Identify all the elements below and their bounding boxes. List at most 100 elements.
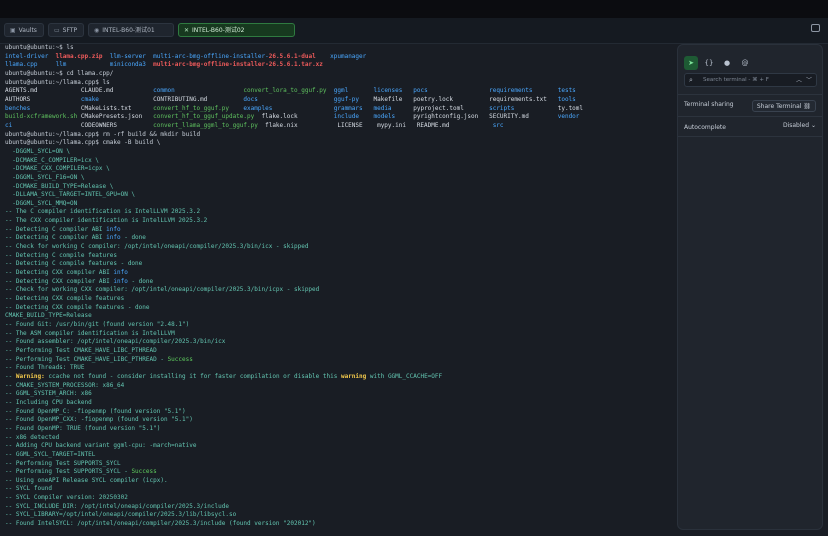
- terminal-line: -DLLAMA_SYCL_TARGET=INTEL_GPU=ON \: [5, 191, 676, 200]
- terminal-segment: -- SYCL_INCLUDE_DIR: /opt/intel/oneapi/c…: [5, 502, 229, 510]
- vault-icon: ▣: [10, 27, 16, 34]
- terminal-line: -- Performing Test SUPPORTS_SYCL: [5, 460, 676, 469]
- terminal-segment: ggml: [333, 87, 374, 95]
- terminal-segment: -- Detecting CXX compiler ABI: [5, 277, 114, 285]
- terminal-segment: miniconda3: [109, 61, 154, 69]
- terminal-line: -- SYCL Compiler version: 20250302: [5, 494, 676, 503]
- terminal-segment: scripts: [489, 104, 558, 112]
- terminal-segment: -- Detecting CXX compiler ABI: [5, 269, 114, 277]
- tab-sftp[interactable]: ▭ SFTP: [48, 23, 84, 37]
- terminal-line: CMAKE_BUILD_TYPE=Release: [5, 312, 676, 321]
- terminal-segment: -DCMAKE_C_COMPILER=icx \: [5, 156, 99, 164]
- terminal-segment: with GGML_CCACHE=OFF: [366, 372, 443, 380]
- chevron-up-icon[interactable]: ︿: [796, 74, 802, 87]
- terminal-output[interactable]: ubuntu@ubuntu:~$ ls intel-driver llama.cp…: [0, 44, 676, 536]
- share-terminal-button[interactable]: Share Terminal ⛓: [751, 100, 816, 112]
- send-icon[interactable]: ➤: [684, 56, 698, 70]
- terminal-segment: ccache not found - consider installing i…: [44, 372, 341, 380]
- divider: [678, 116, 822, 117]
- terminal-line: ubuntu@ubuntu:~/llama.cpp$ rm -rf build …: [5, 131, 676, 140]
- terminal-text: ubuntu@ubuntu:~$ ls intel-driver llama.cp…: [0, 44, 676, 529]
- terminal-line: -DCMAKE_BUILD_TYPE=Release \: [5, 183, 676, 192]
- terminal-segment: info: [113, 269, 128, 277]
- terminal-line: -DGGML_SYCL_MMQ=ON: [5, 200, 676, 209]
- system-top-bar: [0, 0, 828, 18]
- terminal-segment: multi-arc-bmg-offline-installer-: [153, 52, 269, 60]
- tab-label: INTEL-B60-测试02: [192, 27, 245, 34]
- terminal-segment: Warning:: [15, 372, 45, 380]
- search-terminal-input[interactable]: ⌕ Search terminal - ⌘ + F ︿ ﹀: [684, 73, 817, 87]
- tab-label: INTEL-B60-测试01: [102, 27, 155, 34]
- divider: [678, 136, 822, 137]
- terminal-segment: 26.5.6.1-dual: [268, 52, 316, 60]
- terminal-segment: ty.toml: [557, 104, 584, 112]
- terminal-segment: -- Found IntelSYCL: /opt/intel/oneapi/co…: [5, 520, 316, 528]
- terminal-segment: docs: [243, 95, 334, 103]
- terminal-line: -- Check for working C compiler: /opt/in…: [5, 243, 676, 252]
- terminal-segment: -DCMAKE_CXX_COMPILER=icpx \: [5, 165, 110, 173]
- terminal-line: -- Found OpenMP_C: -fiopenmp (found vers…: [5, 408, 676, 417]
- terminal-line: -- Detecting CXX compile features - done: [5, 304, 676, 313]
- tab-intel-b60-01[interactable]: ◉ INTEL-B60-测试01: [88, 23, 174, 37]
- terminal-segment: -- Found OpenMP: TRUE (found version "5.…: [5, 424, 161, 432]
- terminal-segment: -- Found OpenMP_CXX: -fiopenmp (found ve…: [5, 416, 193, 424]
- terminal-segment: ubuntu@ubuntu:~/llama.cpp$ cmake -B buil…: [5, 139, 161, 147]
- share-terminal-label: Share Terminal: [756, 103, 802, 110]
- terminal-segment: -DCMAKE_BUILD_TYPE=Release \: [5, 182, 114, 190]
- terminal-segment: -- Detecting C compile features - done: [5, 260, 143, 268]
- terminal-segment: ci: [5, 121, 81, 129]
- terminal-segment: convert_lora_to_gguf.py: [243, 87, 334, 95]
- terminal-line: AGENTS.md CLAUDE.md common convert_lora_…: [5, 87, 676, 96]
- terminal-line: ubuntu@ubuntu:~$ cd llama.cpp/: [5, 70, 676, 79]
- terminal-segment: Success: [131, 468, 157, 476]
- side-panel-toolbar: ➤ {} ● @: [684, 50, 756, 70]
- terminal-segment: --: [5, 372, 16, 380]
- terminal-segment: pyproject.toml: [413, 104, 490, 112]
- autocomplete-select[interactable]: Disabled ⌄: [783, 122, 816, 129]
- chevron-down-icon[interactable]: ﹀: [806, 74, 812, 87]
- terminal-segment: info: [106, 225, 121, 233]
- terminal-segment: -- CMAKE_SYSTEM_PROCESSOR: x86_64: [5, 381, 125, 389]
- terminal-segment: -- Check for working C compiler: /opt/in…: [5, 243, 309, 251]
- terminal-segment: info: [106, 234, 121, 242]
- terminal-segment: -- Detecting CXX compile features - done: [5, 303, 150, 311]
- autocomplete-label: Autocomplete: [684, 124, 726, 131]
- terminal-sharing-label: Terminal sharing: [684, 101, 734, 108]
- terminal-segment: Success: [167, 355, 193, 363]
- code-icon[interactable]: {}: [702, 56, 716, 70]
- terminal-segment: -- The ASM compiler identification is In…: [5, 329, 175, 337]
- at-icon[interactable]: @: [738, 56, 752, 70]
- terminal-segment: info: [113, 277, 128, 285]
- terminal-segment: -- GGML_SYSTEM_ARCH: x86: [5, 390, 92, 398]
- terminal-line: -- x86 detected: [5, 434, 676, 443]
- terminal-line: -DCMAKE_C_COMPILER=icx \: [5, 157, 676, 166]
- terminal-segment: pocs: [413, 87, 490, 95]
- terminal-segment: -- SYCL Compiler version: 20250302: [5, 494, 128, 502]
- terminal-segment: -- SYCL found: [5, 485, 52, 493]
- side-panel: ➤ {} ● @ ⌕ Search terminal - ⌘ + F ︿ ﹀ Term…: [677, 44, 823, 530]
- tab-vaults[interactable]: ▣ Vaults: [4, 23, 44, 37]
- info-icon[interactable]: ●: [720, 56, 734, 70]
- close-icon[interactable]: ✕: [184, 27, 189, 34]
- terminal-segment: -- Detecting C compiler ABI: [5, 234, 107, 242]
- terminal-line: -- Check for working CXX compiler: /opt/…: [5, 286, 676, 295]
- terminal-segment: licenses: [373, 87, 414, 95]
- terminal-segment: intel-driver: [5, 52, 56, 60]
- terminal-segment: vendor: [557, 113, 580, 121]
- terminal-segment: -DGGML_SYCL=ON \: [5, 147, 71, 155]
- terminal-segment: -- x86 detected: [5, 433, 60, 441]
- terminal-line: -- The ASM compiler identification is In…: [5, 330, 676, 339]
- terminal-segment: convert_hf_to_gguf.py: [153, 104, 244, 112]
- terminal-line: -- Adding CPU backend variant ggml-cpu: …: [5, 442, 676, 451]
- terminal-line: -- Found OpenMP_CXX: -fiopenmp (found ve…: [5, 416, 676, 425]
- terminal-segment: tests: [557, 87, 576, 95]
- terminal-segment: -- Using oneAPI Release SYCL compiler (i…: [5, 476, 168, 484]
- terminal-segment: LICENSE mypy.ini README.md: [337, 121, 493, 129]
- toggle-sidepanel-icon[interactable]: [811, 24, 820, 32]
- tab-intel-b60-02[interactable]: ✕ INTEL-B60-测试02: [178, 23, 295, 37]
- terminal-icon: ◉: [94, 27, 100, 34]
- terminal-segment: src: [492, 121, 504, 129]
- terminal-segment: ubuntu@ubuntu:~$ cd llama.cpp/: [5, 69, 114, 77]
- terminal-segment: convert_hf_to_gguf_update.py: [153, 113, 262, 121]
- terminal-segment: CMakeLists.txt: [80, 104, 154, 112]
